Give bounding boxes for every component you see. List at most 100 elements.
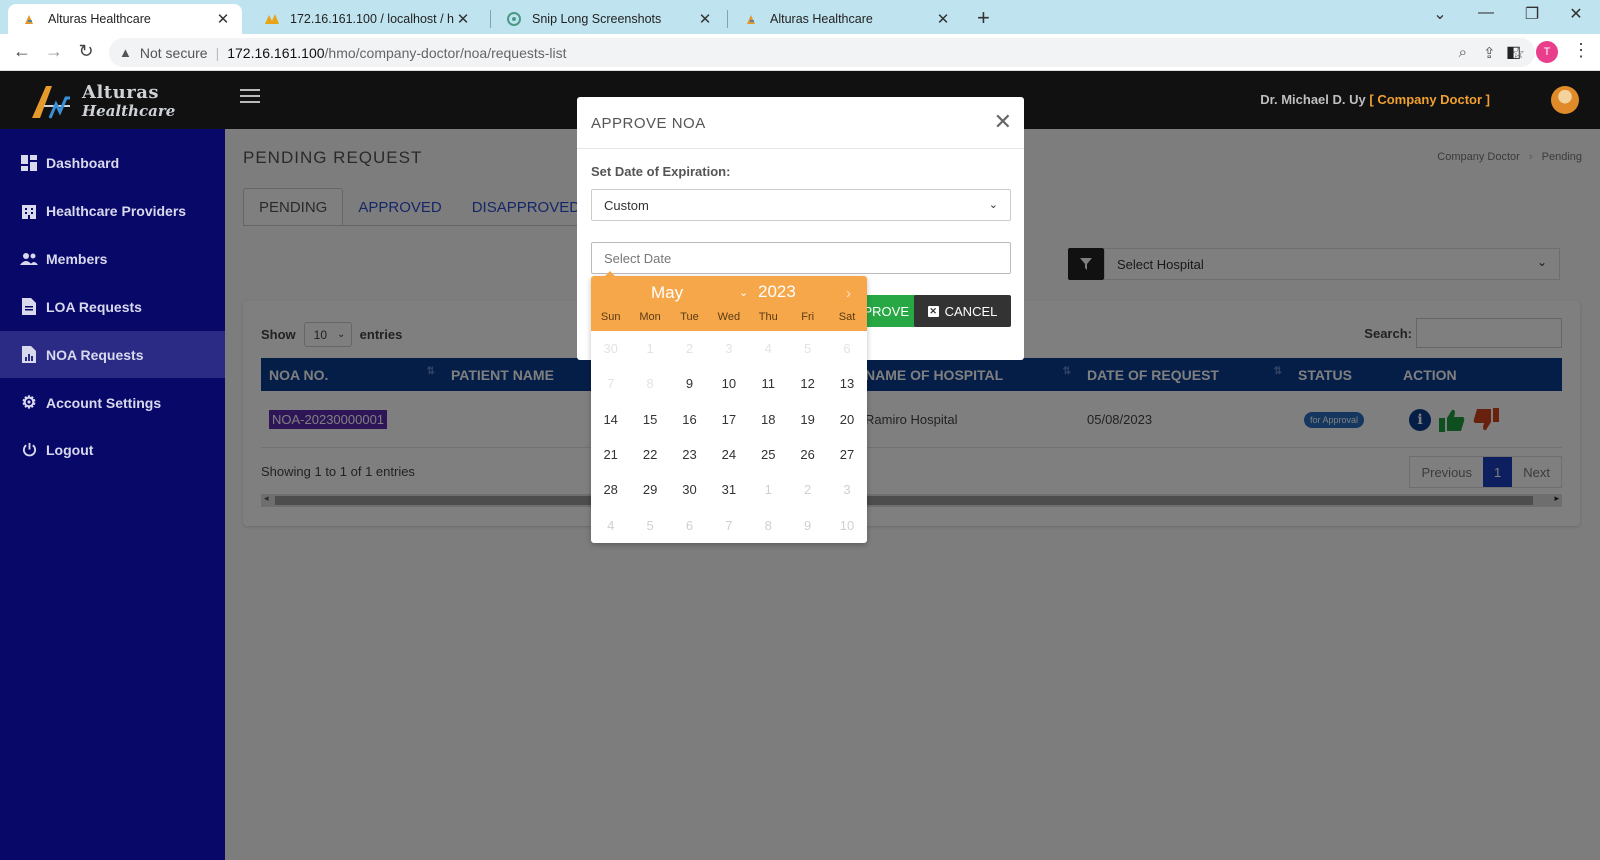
expiration-select-value: Custom xyxy=(604,197,649,213)
day-cell[interactable]: 28 xyxy=(591,472,630,507)
day-cell[interactable]: 9 xyxy=(670,366,709,401)
weekday-label: Wed xyxy=(717,311,741,323)
sidebar-item-members[interactable]: Members xyxy=(0,235,225,282)
minimize-icon[interactable]: — xyxy=(1466,4,1506,22)
day-cell[interactable]: 25 xyxy=(749,437,788,472)
weekday-label: Thu xyxy=(758,311,778,323)
address-bar: ← → ↻ ▲ Not secure | 172.16.161.100/hmo/… xyxy=(0,34,1600,71)
browser-tab-1[interactable]: 172.16.161.100 / localhost / hmo ✕ xyxy=(250,4,482,34)
sidebar-item-loa-requests[interactable]: LOA Requests xyxy=(0,283,225,330)
day-cell[interactable]: 14 xyxy=(591,402,630,437)
day-cell[interactable]: 6 xyxy=(670,507,709,542)
day-cell[interactable]: 23 xyxy=(670,437,709,472)
forward-arrow-icon[interactable]: → xyxy=(42,41,66,62)
hamburger-menu-icon[interactable] xyxy=(240,89,260,107)
sidebar-item-account-settings[interactable]: ⚙ Account Settings xyxy=(0,379,225,426)
sidebar-item-label: Members xyxy=(46,250,108,267)
day-cell[interactable]: 5 xyxy=(630,507,669,542)
cancel-button[interactable]: ✕ CANCEL xyxy=(914,295,1011,327)
day-cell[interactable]: 29 xyxy=(630,472,669,507)
zoom-icon[interactable]: ⌕ xyxy=(1459,44,1467,62)
day-cell: 1 xyxy=(646,341,654,357)
chevron-down-icon[interactable]: ⌄ xyxy=(739,286,748,299)
sidebar: Dashboard Healthcare Providers Members L… xyxy=(0,129,225,860)
url-field[interactable]: ▲ Not secure | 172.16.161.100/hmo/compan… xyxy=(109,38,1535,67)
expiration-date-input[interactable]: Select Date xyxy=(591,242,1011,274)
close-tab-icon[interactable]: ✕ xyxy=(934,10,952,28)
day-cell[interactable]: 13 xyxy=(827,366,866,401)
users-icon xyxy=(20,250,38,268)
day-cell: 4 xyxy=(764,341,772,357)
phpmyadmin-favicon-icon xyxy=(264,11,280,27)
sidebar-item-healthcare-providers[interactable]: Healthcare Providers xyxy=(0,187,225,234)
browser-tab-3[interactable]: Alturas Healthcare ✕ xyxy=(730,4,962,34)
expiration-select[interactable]: Custom ⌄ xyxy=(591,189,1011,221)
day-cell[interactable]: 19 xyxy=(788,402,827,437)
day-cell[interactable]: 7 xyxy=(709,507,748,542)
back-arrow-icon[interactable]: ← xyxy=(10,41,34,62)
restore-icon[interactable]: ❐ xyxy=(1512,4,1552,24)
tab-search-chevron-icon[interactable]: ⌄ xyxy=(1420,4,1460,24)
sidebar-item-label: Logout xyxy=(46,441,94,458)
day-cell[interactable]: 3 xyxy=(827,472,866,507)
next-month-icon[interactable]: › xyxy=(846,285,851,302)
day-cell[interactable]: 9 xyxy=(788,507,827,542)
datepicker-popup: May ⌄ 2023 › Sun Mon Tue Wed Thu Fri Sat… xyxy=(591,271,867,543)
day-cell: 3 xyxy=(725,341,733,357)
day-cell[interactable]: 24 xyxy=(709,437,748,472)
sidebar-item-label: Healthcare Providers xyxy=(46,202,187,219)
day-cell: 30 xyxy=(603,341,618,357)
reload-icon[interactable]: ↻ xyxy=(74,41,98,62)
close-icon[interactable]: ✕ xyxy=(994,109,1012,135)
day-cell[interactable]: 31 xyxy=(709,472,748,507)
day-cell[interactable]: 16 xyxy=(670,402,709,437)
warning-triangle-icon[interactable]: ▲ xyxy=(119,45,132,60)
sidebar-item-logout[interactable]: Logout xyxy=(0,426,225,473)
day-cell[interactable]: 20 xyxy=(827,402,866,437)
day-cell[interactable]: 11 xyxy=(749,366,788,401)
alturas-logo[interactable]: Alturas Healthcare xyxy=(30,78,175,122)
close-tab-icon[interactable]: ✕ xyxy=(454,10,472,28)
share-icon[interactable]: ⇪ xyxy=(1483,44,1496,62)
chevron-down-icon: ⌄ xyxy=(988,199,998,211)
day-cell[interactable]: 2 xyxy=(788,472,827,507)
snip-favicon-icon xyxy=(506,11,522,27)
close-tab-icon[interactable]: ✕ xyxy=(696,10,714,28)
weekday-label: Mon xyxy=(639,311,661,323)
day-cell[interactable]: 10 xyxy=(827,507,866,542)
close-window-icon[interactable]: ✕ xyxy=(1556,4,1596,24)
user-avatar[interactable] xyxy=(1551,86,1579,114)
browser-tab-2[interactable]: Snip Long Screenshots ✕ xyxy=(492,4,724,34)
browser-tab-0[interactable]: Alturas Healthcare ✕ xyxy=(8,4,242,34)
day-cell[interactable]: 1 xyxy=(749,472,788,507)
document-icon xyxy=(20,298,38,316)
new-tab-icon[interactable]: + xyxy=(977,5,990,31)
modal-divider xyxy=(577,148,1024,149)
profile-avatar[interactable]: T xyxy=(1536,41,1558,63)
day-cell[interactable]: 4 xyxy=(591,507,630,542)
power-icon xyxy=(20,441,38,459)
day-cell[interactable]: 10 xyxy=(709,366,748,401)
day-cell[interactable]: 8 xyxy=(749,507,788,542)
user-role: [ Company Doctor ] xyxy=(1369,92,1490,107)
day-cell[interactable]: 22 xyxy=(630,437,669,472)
browser-menu-icon[interactable]: ⋮ xyxy=(1572,40,1590,61)
day-cell[interactable]: 26 xyxy=(788,437,827,472)
tab-title: 172.16.161.100 / localhost / hmo xyxy=(290,12,454,26)
day-cell[interactable]: 18 xyxy=(749,402,788,437)
side-panel-icon[interactable]: ◧ xyxy=(1506,42,1521,62)
chart-file-icon xyxy=(20,346,38,364)
sidebar-item-dashboard[interactable]: Dashboard xyxy=(0,139,225,186)
day-cell[interactable]: 17 xyxy=(709,402,748,437)
year-input[interactable]: 2023 xyxy=(758,282,796,302)
month-select[interactable]: May xyxy=(651,283,683,303)
day-cell[interactable]: 27 xyxy=(827,437,866,472)
sidebar-item-noa-requests[interactable]: NOA Requests xyxy=(0,331,225,378)
day-cell[interactable]: 12 xyxy=(788,366,827,401)
day-cell[interactable]: 15 xyxy=(630,402,669,437)
close-tab-icon[interactable]: ✕ xyxy=(214,10,232,28)
day-cell[interactable]: 30 xyxy=(670,472,709,507)
url-path: /hmo/company-doctor/noa/requests-list xyxy=(324,44,567,61)
logo-text-line1: Alturas xyxy=(82,82,159,103)
day-cell[interactable]: 21 xyxy=(591,437,630,472)
